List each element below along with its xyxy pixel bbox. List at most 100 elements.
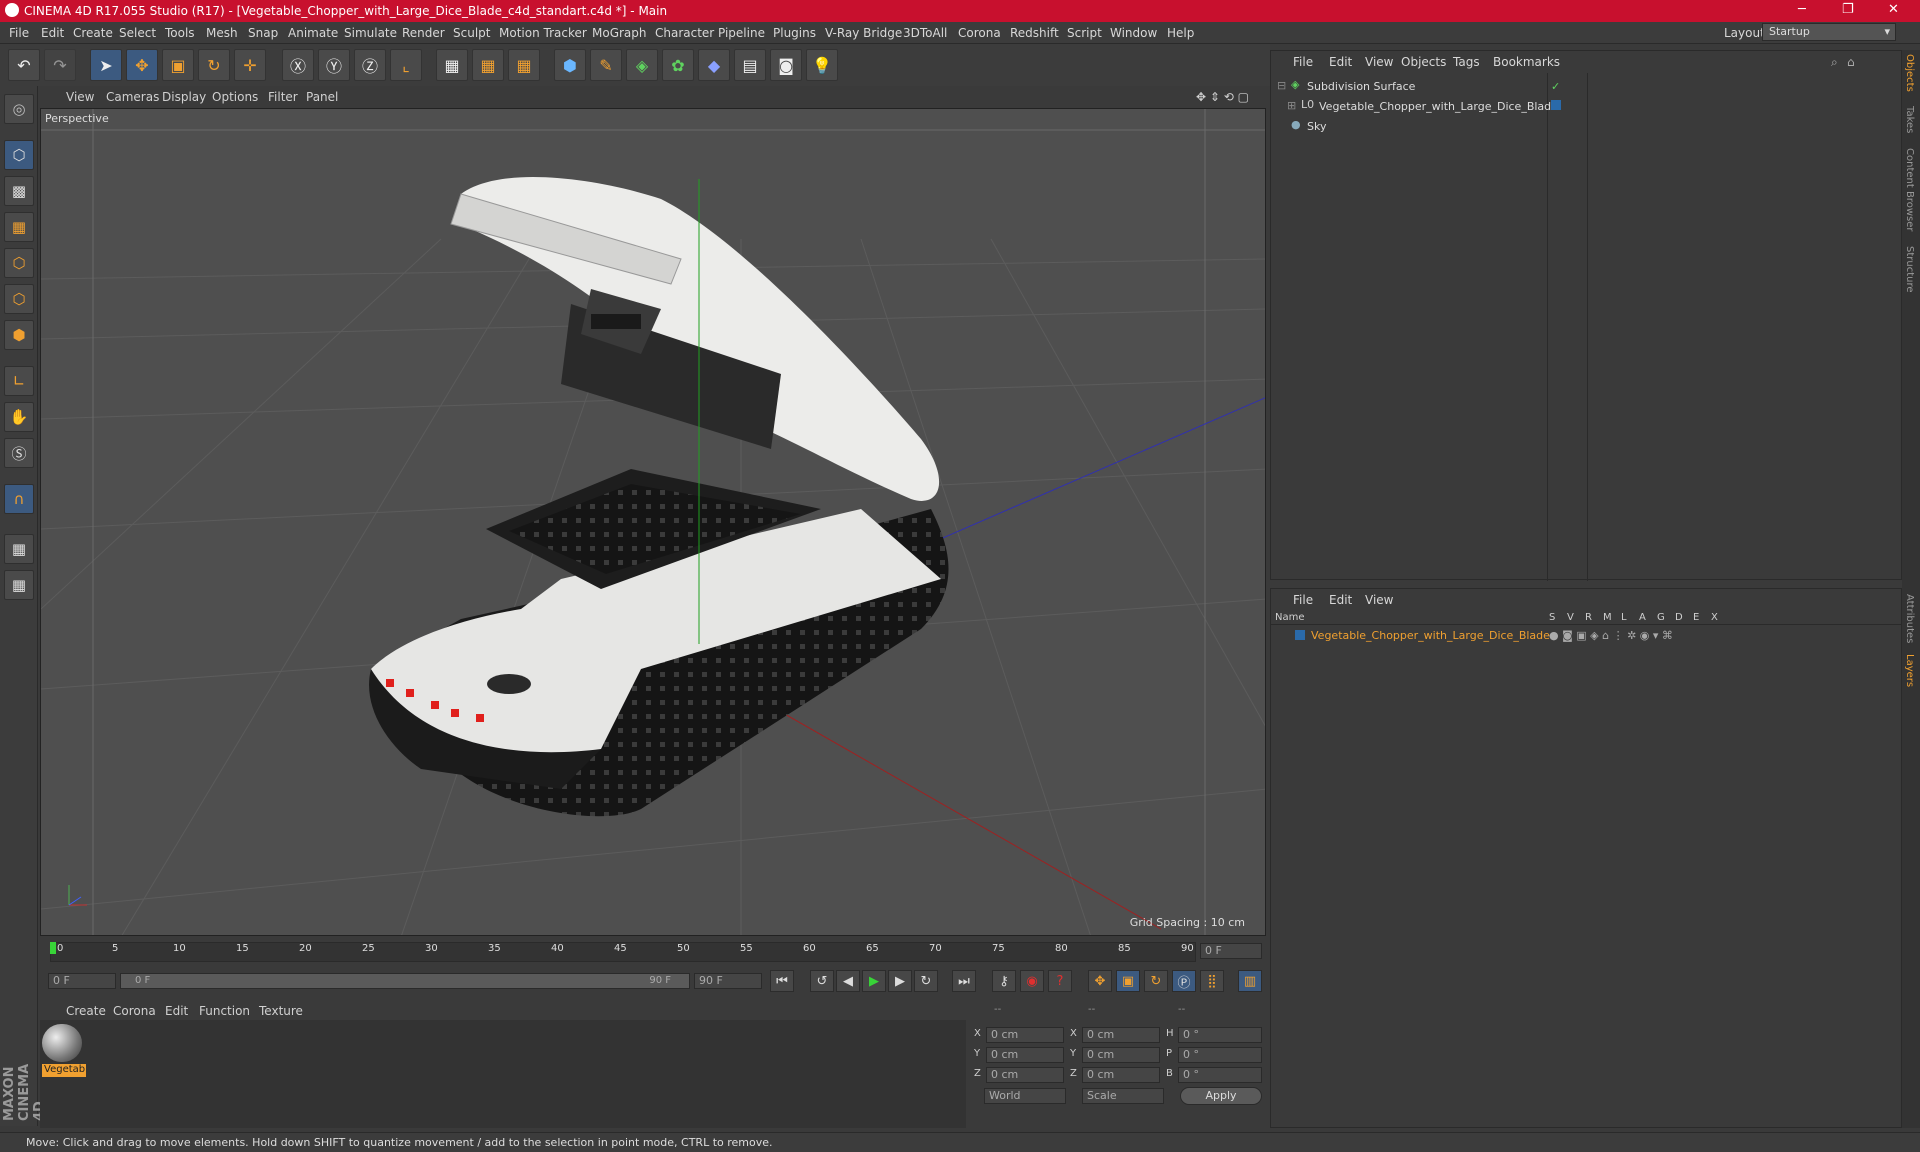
locked-workplane-button[interactable]: ▦	[4, 534, 34, 564]
check-icon[interactable]: ✓	[1551, 80, 1560, 93]
vp-menu-display[interactable]: Display	[162, 90, 206, 104]
scale-mode-select[interactable]: Scale	[1082, 1088, 1164, 1104]
col-d[interactable]: D	[1675, 612, 1683, 623]
frame-range-slider[interactable]: 0 F 90 F	[120, 973, 690, 989]
floor-button[interactable]: ▤	[734, 49, 766, 81]
layout-select[interactable]: Startup ▾	[1762, 23, 1896, 41]
magnet-button[interactable]: ∩	[4, 484, 34, 514]
vegetable-chopper-model[interactable]	[369, 177, 949, 817]
col-a[interactable]: A	[1639, 612, 1646, 623]
autokey-button[interactable]: ◉	[1020, 970, 1044, 992]
menu-character[interactable]: Character	[655, 26, 714, 40]
coordinate-mode-select[interactable]: World	[984, 1088, 1066, 1104]
menu-simulate[interactable]: Simulate	[344, 26, 397, 40]
rotation-b-field[interactable]: 0 °	[1178, 1067, 1262, 1083]
menu-select[interactable]: Select	[119, 26, 156, 40]
menu-mesh[interactable]: Mesh	[206, 26, 238, 40]
render-settings-button[interactable]: ▦	[508, 49, 540, 81]
deformer-button[interactable]: ◆	[698, 49, 730, 81]
tab-objects[interactable]: Objects	[1904, 54, 1915, 92]
go-to-end-button[interactable]: ⏭	[952, 970, 976, 992]
menu-3dtoall[interactable]: 3DToAll	[903, 26, 947, 40]
menu-pipeline[interactable]: Pipeline	[718, 26, 765, 40]
object-row-subdivision-surface[interactable]: ⊟ ◈ Subdivision Surface ✓	[1271, 77, 1901, 95]
polygons-mode-button[interactable]: ⬢	[4, 320, 34, 350]
minimize-button[interactable]: ─	[1798, 2, 1806, 17]
tab-content-browser[interactable]: Content Browser	[1904, 148, 1915, 231]
start-frame-field[interactable]: 0 F	[48, 973, 116, 989]
prev-key-button[interactable]: ↺	[810, 970, 834, 992]
col-g[interactable]: G	[1657, 612, 1665, 623]
col-l[interactable]: L	[1621, 612, 1627, 623]
rotation-p-field[interactable]: 0 °	[1178, 1047, 1262, 1063]
workplane-mode-button[interactable]: ▦	[4, 212, 34, 242]
apply-button[interactable]: Apply	[1180, 1087, 1262, 1105]
col-e[interactable]: E	[1693, 612, 1699, 623]
position-x-field[interactable]: 0 cm	[986, 1027, 1064, 1043]
menu-snap[interactable]: Snap	[248, 26, 278, 40]
cloner-button[interactable]: ✿	[662, 49, 694, 81]
menu-mograph[interactable]: MoGraph	[592, 26, 647, 40]
col-x[interactable]: X	[1711, 612, 1718, 623]
play-button[interactable]: ▶	[862, 970, 886, 992]
object-row-sky[interactable]: ● Sky	[1271, 117, 1901, 135]
vp-menu-options[interactable]: Options	[212, 90, 258, 104]
tab-structure[interactable]: Structure	[1904, 246, 1915, 293]
cube-button[interactable]: ⬢	[554, 49, 586, 81]
transform-tool-button[interactable]: ✛	[234, 49, 266, 81]
light-button[interactable]: 💡	[806, 49, 838, 81]
timeline-button[interactable]: ▥	[1238, 970, 1262, 992]
texture-mode-button[interactable]: ▩	[4, 176, 34, 206]
render-picture-viewer-button[interactable]: ▦	[472, 49, 504, 81]
model-mode-button[interactable]: ⬡	[4, 140, 34, 170]
position-z-field[interactable]: 0 cm	[986, 1067, 1064, 1083]
key-rotation-button[interactable]: ↻	[1144, 970, 1168, 992]
y-axis-button[interactable]: Ⓨ	[318, 49, 350, 81]
menu-help[interactable]: Help	[1167, 26, 1194, 40]
tab-takes[interactable]: Takes	[1904, 106, 1915, 133]
col-m[interactable]: M	[1603, 612, 1612, 623]
z-axis-button[interactable]: Ⓩ	[354, 49, 386, 81]
current-frame-field[interactable]: 0 F	[1200, 943, 1262, 959]
mat-menu-texture[interactable]: Texture	[259, 1004, 303, 1018]
go-to-start-button[interactable]: ⏮	[770, 970, 794, 992]
obj-menu-view[interactable]: View	[1365, 55, 1393, 69]
undo-button[interactable]: ↶	[8, 49, 40, 81]
material-swatch[interactable]: Vegetab	[42, 1024, 86, 1077]
vp-menu-panel[interactable]: Panel	[306, 90, 338, 104]
object-row-vegetable-chopper[interactable]: ⊞ L0 Vegetable_Chopper_with_Large_Dice_B…	[1271, 97, 1901, 115]
menu-window[interactable]: Window	[1110, 26, 1157, 40]
layer-menu-file[interactable]: File	[1293, 593, 1313, 607]
tab-attributes[interactable]: Attributes	[1904, 594, 1915, 643]
prev-frame-button[interactable]: ◀	[836, 970, 860, 992]
rotation-h-field[interactable]: 0 °	[1178, 1027, 1262, 1043]
close-button[interactable]: ✕	[1888, 2, 1899, 17]
tab-layers[interactable]: Layers	[1904, 654, 1915, 687]
next-key-button[interactable]: ↻	[914, 970, 938, 992]
maximize-button[interactable]: ❐	[1842, 2, 1854, 17]
home-icon[interactable]: ⌂	[1847, 55, 1855, 69]
layer-menu-edit[interactable]: Edit	[1329, 593, 1352, 607]
end-frame-field[interactable]: 90 F	[694, 973, 762, 989]
playhead[interactable]	[50, 942, 56, 954]
move-tool-button[interactable]: ✥	[126, 49, 158, 81]
edges-mode-button[interactable]: ⬡	[4, 284, 34, 314]
key-parameter-button[interactable]: Ⓟ	[1172, 970, 1196, 992]
menu-vray-bridge[interactable]: V-Ray Bridge	[825, 26, 902, 40]
points-mode-button[interactable]: ⬡	[4, 248, 34, 278]
size-y-field[interactable]: 0 cm	[1082, 1047, 1160, 1063]
rotate-tool-button[interactable]: ↻	[198, 49, 230, 81]
obj-menu-objects[interactable]: Objects	[1401, 55, 1446, 69]
x-axis-button[interactable]: Ⓧ	[282, 49, 314, 81]
menu-redshift[interactable]: Redshift	[1010, 26, 1059, 40]
render-view-button[interactable]: ▦	[436, 49, 468, 81]
record-keys-button[interactable]: ⚷	[992, 970, 1016, 992]
menu-corona[interactable]: Corona	[958, 26, 1001, 40]
vp-menu-cameras[interactable]: Cameras	[106, 90, 159, 104]
planar-workplane-button[interactable]: ▦	[4, 570, 34, 600]
search-icon[interactable]: ⌕	[1831, 55, 1838, 70]
coordinate-system-button[interactable]: ⌞	[390, 49, 422, 81]
obj-menu-tags[interactable]: Tags	[1453, 55, 1480, 69]
axis-mode-button[interactable]: ∟	[4, 366, 34, 396]
scale-tool-button[interactable]: ▣	[162, 49, 194, 81]
